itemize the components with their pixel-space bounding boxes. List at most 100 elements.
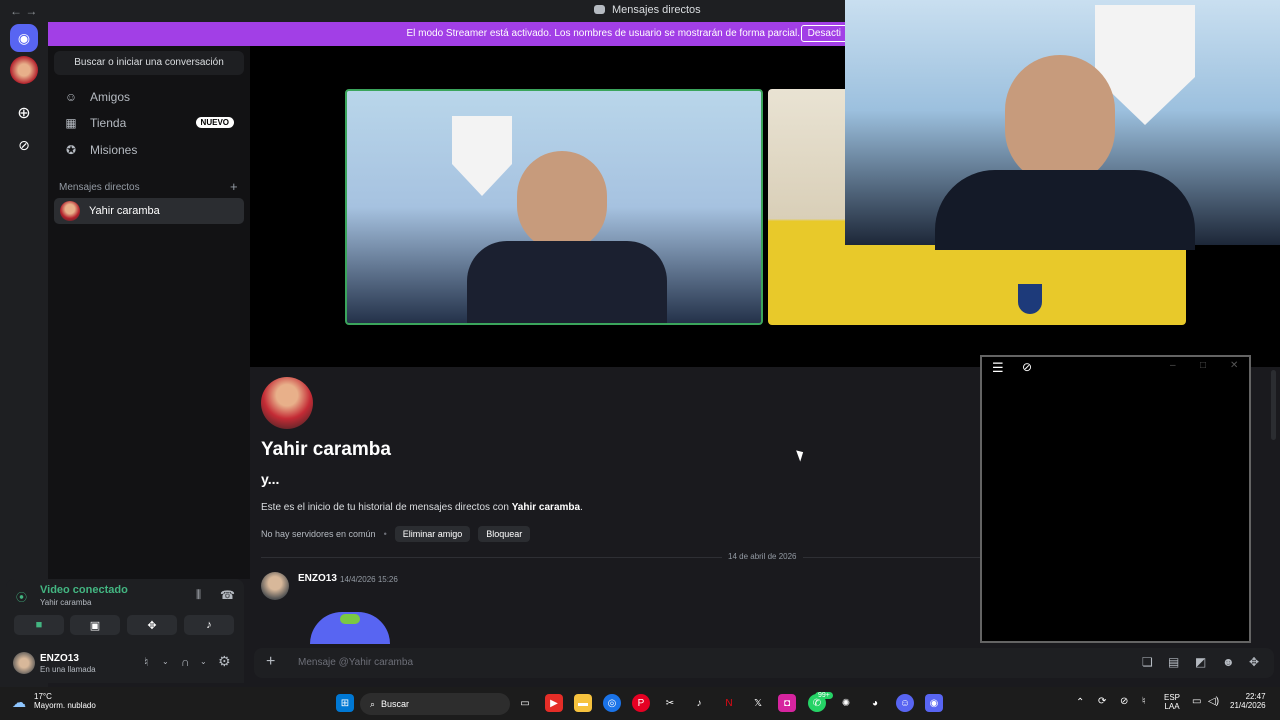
voice-panel: ⦿ Video conectado Yahir caramba ⫼ ☎ ■ ▣ … [6,579,244,643]
hide-icon[interactable]: ⊘ [1022,360,1032,374]
headphones-icon[interactable]: ∩ [181,655,190,669]
user-status: En una llamada [40,665,96,674]
weather-widget[interactable]: 17°C Mayorm. nublado [34,692,96,710]
dm-item-active[interactable]: Yahir caramba [54,198,244,224]
message-composer[interactable]: + Mensaje @Yahir caramba ❏ ▤ ◩ ☻ ✥ [254,648,1274,678]
signal-icon[interactable]: ⦿ [16,589,27,605]
remove-friend-button[interactable]: Eliminar amigo [394,526,471,542]
intro-name: Yahir caramba [511,502,581,513]
video-tile-self[interactable] [345,89,763,325]
disable-streamer-button[interactable]: Desacti [800,25,848,42]
message-avatar[interactable] [261,572,289,600]
weather-desc: Mayorm. nublado [34,701,96,710]
task-view-icon[interactable]: ▭ [516,694,534,712]
weather-icon[interactable]: ☁ [12,694,26,711]
block-button[interactable]: Bloquear [478,526,531,542]
app-icon[interactable]: ◕ [866,694,884,712]
settings-gear-icon[interactable]: ⚙ [218,653,231,670]
chat-scrollbar[interactable] [1271,370,1276,440]
taskbar-search[interactable]: ⌕ Buscar [360,693,510,715]
no-signal-icon[interactable]: ⊘ [1120,696,1128,707]
dm-avatar-icon[interactable] [10,56,38,84]
dm-intro-text: Este es el inicio de tu historial de men… [261,502,583,513]
camera-button[interactable]: ■ [14,615,64,635]
message-timestamp: 14/4/2026 15:26 [340,575,398,584]
add-server-icon[interactable]: ⊕ [10,99,38,127]
search-icon: ⌕ [370,698,376,709]
weather-temp: 17°C [34,692,52,701]
intro-prefix: Este es el inicio de tu historial de men… [261,502,512,513]
streamer-mode-banner: El modo Streamer está activado. Los nomb… [48,22,848,46]
emoji-icon[interactable]: ☻ [1222,655,1235,669]
instagram-icon[interactable]: ◘ [778,694,796,712]
avatar[interactable] [13,652,35,674]
network-icon[interactable]: ▭ [1192,696,1201,707]
floating-window[interactable]: ☰ ⊘ – □ ✕ [980,355,1251,643]
sidebar-item-shop[interactable]: ▦ Tienda NUEVO [54,110,244,136]
microphone-icon[interactable]: ♮ [144,655,148,669]
sidebar-item-quests[interactable]: ✪ Misiones [54,137,244,163]
clock-time: 22:47 [1245,692,1266,701]
search-label: Buscar [381,699,410,709]
voice-status[interactable]: Video conectado [40,584,128,596]
sticker-icon[interactable]: ◩ [1195,655,1206,669]
close-icon[interactable]: ✕ [1230,360,1238,371]
forward-arrow-icon[interactable]: → [25,4,37,18]
sidebar-item-friends[interactable]: ☺ Amigos [54,84,244,110]
pinterest-icon[interactable]: P [632,694,650,712]
streamer-webcam-overlay [845,0,1280,250]
screen-share-button[interactable]: ▣ [70,615,120,635]
x-icon[interactable]: 𝕏 [749,694,767,712]
youtube-icon[interactable]: ▶ [545,694,563,712]
activities-button[interactable]: ✥ [127,615,177,635]
gif-icon[interactable]: ▤ [1168,655,1179,669]
mic-tray-icon[interactable]: ♮ [1142,696,1146,707]
minimize-icon[interactable]: – [1170,360,1176,371]
message-author[interactable]: ENZO13 [298,573,337,584]
sidebar-item-label: Tienda [90,116,127,130]
person-face-image [1005,55,1115,185]
discord-taskbar-icon[interactable]: ◉ [925,694,943,712]
soundboard-button[interactable]: ♪ [184,615,234,635]
back-arrow-icon[interactable]: ← [10,4,22,18]
explore-icon[interactable]: ⊘ [10,131,38,159]
chatgpt-icon[interactable]: ✺ [837,694,855,712]
language-indicator[interactable]: ESP LAA [1164,693,1180,711]
search-input[interactable]: Buscar o iniciar una conversación [54,51,244,75]
discord-alt-icon[interactable]: ☺ [896,694,914,712]
clock-date: 21/4/2026 [1230,701,1266,710]
chevron-down-icon[interactable]: ⌄ [200,657,207,666]
tiktok-icon[interactable]: ♪ [690,694,708,712]
apps-icon[interactable]: ✥ [1249,655,1259,669]
attach-plus-button[interactable]: + [266,653,275,671]
message-input[interactable]: Mensaje @Yahir caramba [298,657,413,668]
person-body-image [935,170,1195,250]
voice-channel: Yahir caramba [40,598,92,607]
tray-chevron-icon[interactable]: ⌃ [1076,697,1084,708]
volume-icon[interactable]: ◁) [1208,696,1219,707]
disconnect-icon[interactable]: ☎ [220,588,235,602]
taskbar-clock[interactable]: 22:47 21/4/2026 [1230,692,1266,710]
noise-suppression-icon[interactable]: ⫼ [196,589,201,602]
menu-icon[interactable]: ☰ [992,360,1004,376]
shop-icon: ▦ [65,116,77,130]
windows-start-icon[interactable]: ⊞ [336,694,354,712]
floating-window-titlebar[interactable]: ☰ ⊘ – □ ✕ [982,357,1249,379]
leaf-shape [340,614,360,624]
person-face-image [517,151,607,251]
file-explorer-icon[interactable]: ▬ [574,694,592,712]
netflix-icon[interactable]: N [720,694,738,712]
dm-item-label: Yahir caramba [89,205,160,217]
date-divider-text: 14 de abril de 2026 [722,552,803,561]
discord-home-icon[interactable]: ◉ [10,24,38,52]
profile-avatar[interactable] [261,377,313,429]
chevron-down-icon[interactable]: ⌄ [162,657,169,666]
sync-icon[interactable]: ⟳ [1098,696,1106,707]
capcut-icon[interactable]: ✂ [661,694,679,712]
add-dm-button[interactable]: + [230,179,238,194]
gift-icon[interactable]: ❏ [1142,655,1153,669]
chrome-icon[interactable]: ◎ [603,694,621,712]
nav-arrows[interactable]: ← → [10,4,37,18]
quests-icon: ✪ [65,143,77,157]
maximize-icon[interactable]: □ [1200,360,1206,371]
